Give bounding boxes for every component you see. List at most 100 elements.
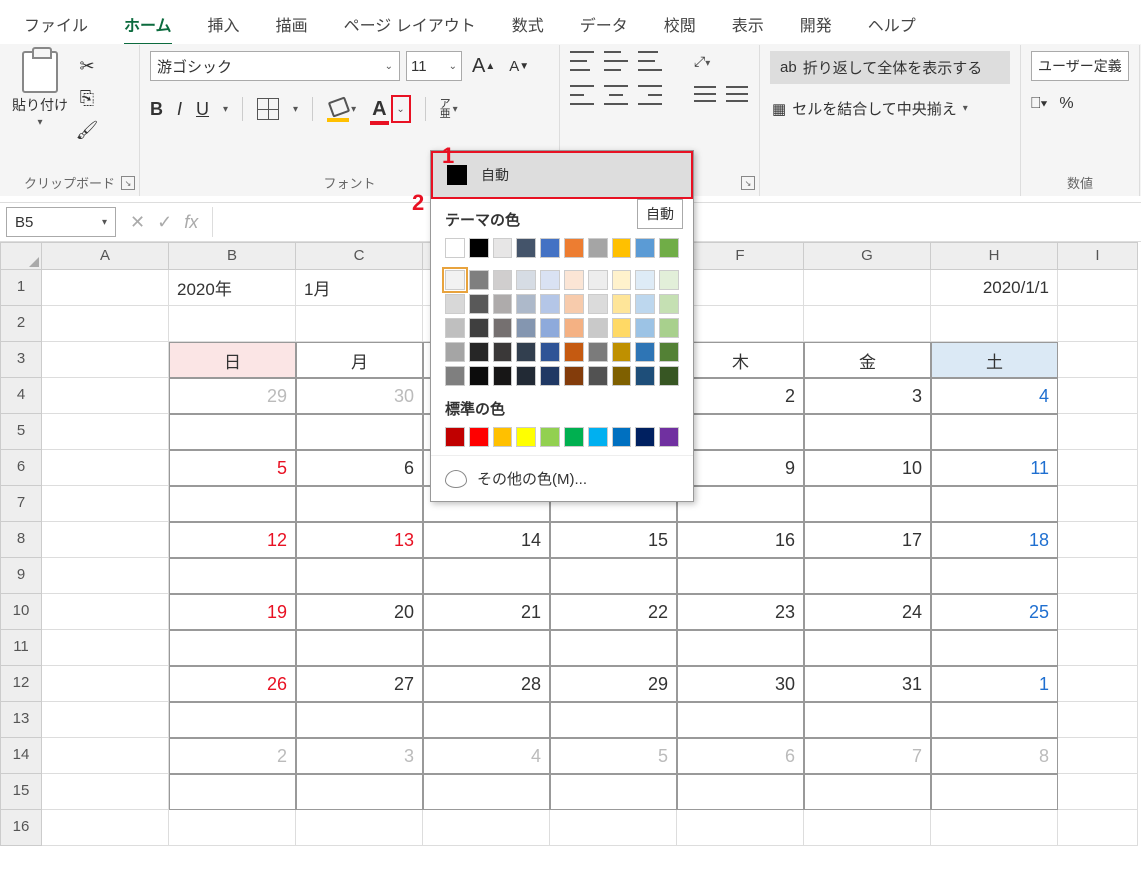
color-swatch[interactable] (540, 294, 560, 314)
number-format-combo[interactable]: ユーザー定義 (1031, 51, 1129, 81)
col-header[interactable]: C (296, 242, 423, 270)
color-swatch[interactable] (469, 318, 489, 338)
row-header[interactable]: 2 (0, 306, 42, 342)
font-size-combo[interactable]: 11⌄ (406, 51, 462, 81)
cell[interactable] (550, 810, 677, 846)
cell[interactable] (423, 558, 550, 594)
cell[interactable] (931, 414, 1058, 450)
color-swatch[interactable] (493, 366, 513, 386)
color-swatch[interactable] (469, 238, 489, 258)
cell[interactable] (931, 630, 1058, 666)
align-center-icon[interactable] (604, 85, 628, 105)
cell[interactable]: 9 (677, 450, 804, 486)
borders-button[interactable] (257, 98, 279, 120)
cell[interactable] (677, 414, 804, 450)
cell[interactable] (1058, 738, 1138, 774)
row-header[interactable]: 11 (0, 630, 42, 666)
cell[interactable] (296, 810, 423, 846)
cancel-icon[interactable]: ✕ (130, 212, 145, 233)
color-swatch[interactable] (445, 294, 465, 314)
cell[interactable]: 日 (169, 342, 296, 378)
cell[interactable]: 金 (804, 342, 931, 378)
cell[interactable] (1058, 450, 1138, 486)
row-header[interactable]: 13 (0, 702, 42, 738)
color-swatch[interactable] (659, 366, 679, 386)
cell[interactable]: 14 (423, 522, 550, 558)
cell[interactable]: 4 (423, 738, 550, 774)
cell[interactable]: 29 (169, 378, 296, 414)
cell[interactable] (804, 306, 931, 342)
cell[interactable]: 30 (677, 666, 804, 702)
color-swatch[interactable] (588, 318, 608, 338)
color-swatch[interactable] (445, 366, 465, 386)
merge-center-button[interactable]: ▦セルを結合して中央揃え▾ (770, 96, 1010, 121)
cell[interactable] (677, 630, 804, 666)
color-swatch[interactable] (635, 238, 655, 258)
color-swatch[interactable] (612, 342, 632, 362)
color-swatch[interactable] (659, 238, 679, 258)
cell[interactable] (42, 702, 169, 738)
font-name-combo[interactable]: 游ゴシック⌄ (150, 51, 400, 81)
row-header[interactable]: 10 (0, 594, 42, 630)
cell[interactable] (1058, 342, 1138, 378)
cell[interactable] (677, 270, 804, 306)
tab-draw[interactable]: 描画 (258, 4, 326, 44)
cell[interactable]: 2020/1/1 (931, 270, 1058, 306)
cell[interactable] (42, 774, 169, 810)
cell[interactable]: 16 (677, 522, 804, 558)
color-swatch[interactable] (588, 366, 608, 386)
row-header[interactable]: 5 (0, 414, 42, 450)
color-swatch[interactable] (612, 366, 632, 386)
cell[interactable] (677, 306, 804, 342)
color-swatch[interactable] (564, 342, 584, 362)
color-swatch[interactable] (588, 238, 608, 258)
increase-font-icon[interactable]: A▲ (468, 53, 499, 80)
color-swatch[interactable] (588, 294, 608, 314)
cell[interactable] (42, 810, 169, 846)
color-swatch[interactable] (564, 366, 584, 386)
align-top-icon[interactable] (570, 51, 594, 71)
cell[interactable] (42, 342, 169, 378)
select-all-triangle[interactable] (0, 242, 42, 270)
color-swatch[interactable] (516, 294, 536, 314)
cell[interactable] (1058, 630, 1138, 666)
cell[interactable] (1058, 522, 1138, 558)
cell[interactable] (550, 774, 677, 810)
color-swatch[interactable] (564, 294, 584, 314)
cell[interactable] (931, 306, 1058, 342)
color-swatch[interactable] (635, 318, 655, 338)
cell[interactable] (169, 414, 296, 450)
color-swatch[interactable] (612, 427, 632, 447)
color-swatch[interactable] (659, 294, 679, 314)
color-swatch[interactable] (635, 294, 655, 314)
tab-review[interactable]: 校閲 (646, 4, 714, 44)
cell[interactable]: 2 (169, 738, 296, 774)
percent-format-icon[interactable]: % (1059, 95, 1073, 113)
row-header[interactable]: 4 (0, 378, 42, 414)
cell[interactable] (804, 702, 931, 738)
cell[interactable]: 3 (296, 738, 423, 774)
phonetic-button[interactable]: ア亜▾ (440, 99, 458, 119)
cell[interactable] (804, 486, 931, 522)
cell[interactable]: 22 (550, 594, 677, 630)
color-swatch[interactable] (516, 342, 536, 362)
color-swatch[interactable] (564, 427, 584, 447)
color-swatch[interactable] (493, 238, 513, 258)
cell[interactable] (931, 558, 1058, 594)
cell[interactable] (1058, 306, 1138, 342)
cell[interactable]: 3 (804, 378, 931, 414)
cell[interactable] (296, 630, 423, 666)
cell[interactable] (42, 378, 169, 414)
cell[interactable] (677, 558, 804, 594)
cell[interactable]: 29 (550, 666, 677, 702)
decrease-font-icon[interactable]: A▼ (505, 56, 533, 77)
cell[interactable] (169, 630, 296, 666)
col-header[interactable]: I (1058, 242, 1138, 270)
color-swatch[interactable] (635, 427, 655, 447)
cell[interactable] (677, 702, 804, 738)
cell[interactable] (42, 306, 169, 342)
cell[interactable]: 20 (296, 594, 423, 630)
cell[interactable] (1058, 666, 1138, 702)
cell[interactable]: 21 (423, 594, 550, 630)
color-swatch[interactable] (516, 238, 536, 258)
